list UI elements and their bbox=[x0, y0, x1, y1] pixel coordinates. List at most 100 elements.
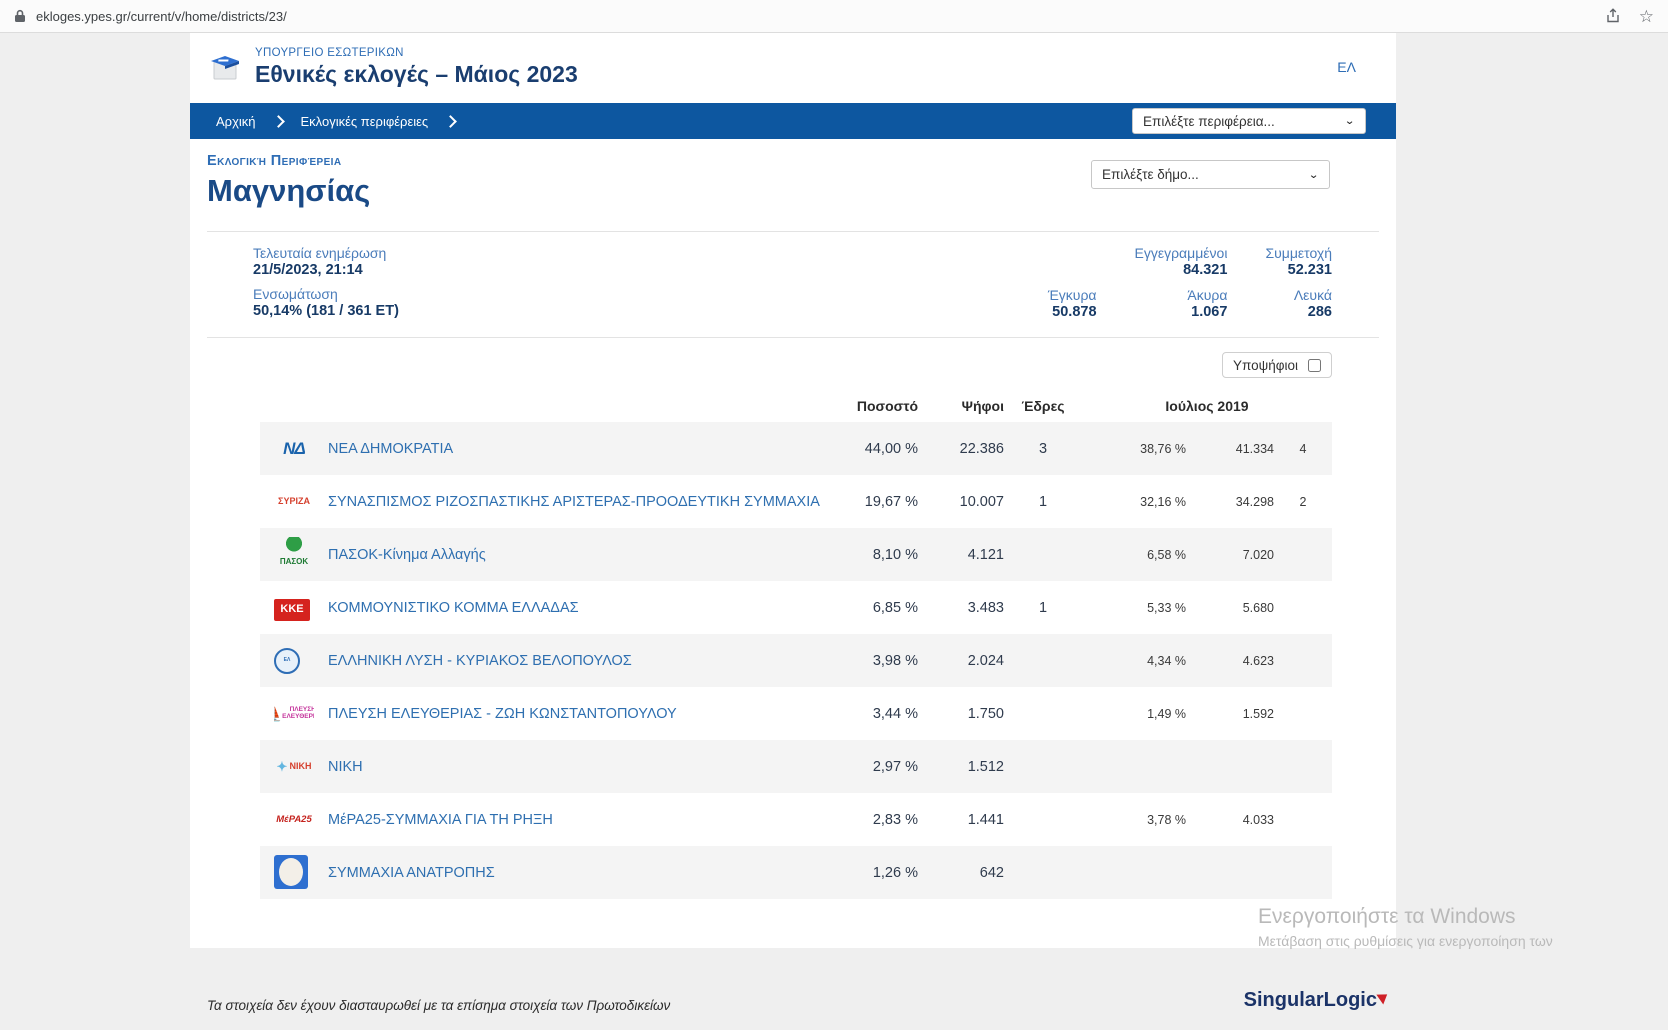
prev-percent-cell: 1,49 % bbox=[1082, 707, 1186, 721]
party-link[interactable]: ΠΑΣΟΚ-Κίνημα Αλλαγής bbox=[328, 547, 486, 563]
votes-cell: 642 bbox=[918, 865, 1004, 881]
page-background: ΥΠΟΥΡΓΕΙΟ ΕΣΩΤΕΡΙΚΩΝ Εθνικές εκλογές – Μ… bbox=[0, 33, 1668, 997]
party-link[interactable]: ΝΙΚΗ bbox=[328, 759, 363, 775]
table-row: ΠΛΕΥΣΗ ΕΛΕΥΘΕΡΙΑΣ ΠΛΕΥΣΗ ΕΛΕΥΘΕΡΙΑΣ - ΖΩ… bbox=[260, 687, 1332, 740]
vendor-name-part2: Logic bbox=[1324, 989, 1377, 1012]
chevron-right-icon bbox=[444, 115, 457, 128]
integration-label: Ενσωμάτωση bbox=[253, 286, 399, 302]
candidates-toggle-button[interactable]: Υποψήφιοι bbox=[1222, 352, 1332, 378]
party-link[interactable]: ΕΛΛΗΝΙΚΗ ΛΥΣΗ - ΚΥΡΙΑΚΟΣ ΒΕΛΟΠΟΥΛΟΣ bbox=[328, 653, 632, 669]
lock-icon[interactable] bbox=[14, 9, 26, 23]
browser-url-bar: ekloges.ypes.gr/current/v/home/districts… bbox=[0, 0, 1668, 33]
party-logo-icon: ΝΙΚΗ bbox=[274, 749, 314, 785]
prev-percent-cell: 3,78 % bbox=[1082, 813, 1186, 827]
party-logo-cell: ΝΔ bbox=[260, 431, 328, 467]
blank-value: 286 bbox=[1265, 304, 1332, 320]
prev-votes-cell: 5.680 bbox=[1186, 601, 1274, 615]
column-header-votes: Ψήφοι bbox=[918, 398, 1004, 414]
breadcrumb-home[interactable]: Αρχική bbox=[206, 114, 266, 129]
table-row: ΕΛ ΕΛΛΗΝΙΚΗ ΛΥΣΗ - ΚΥΡΙΑΚΟΣ ΒΕΛΟΠΟΥΛΟΣ 3… bbox=[260, 634, 1332, 687]
party-logo-cell: ΠΑΣΟΚ bbox=[260, 537, 328, 573]
table-row: ΜέΡΑ25 ΜέΡΑ25-ΣΥΜΜΑΧΙΑ ΓΙΑ ΤΗ ΡΗΞΗ 2,83 … bbox=[260, 793, 1332, 846]
screen: ekloges.ypes.gr/current/v/home/districts… bbox=[0, 0, 1668, 997]
party-logo-icon bbox=[274, 855, 308, 889]
prev-votes-cell: 4.623 bbox=[1186, 654, 1274, 668]
breadcrumb-districts[interactable]: Εκλογικές περιφέρειες bbox=[291, 114, 439, 129]
party-name-cell: ΠΛΕΥΣΗ ΕΛΕΥΘΕΡΙΑΣ - ΖΩΗ ΚΩΝΣΤΑΝΤΟΠΟΥΛΟΥ bbox=[328, 705, 826, 723]
participation-value: 52.231 bbox=[1265, 262, 1332, 278]
party-link[interactable]: ΜέΡΑ25-ΣΥΜΜΑΧΙΑ ΓΙΑ ΤΗ ΡΗΞΗ bbox=[328, 812, 553, 828]
disclaimer-text: Τα στοιχεία δεν έχουν διασταυρωθεί με τα… bbox=[207, 998, 670, 1013]
invalid-value: 1.067 bbox=[1135, 304, 1228, 320]
region-select[interactable]: Επιλέξτε περιφέρεια... ⌄ bbox=[1132, 108, 1366, 134]
percent-cell: 1,26 % bbox=[826, 865, 918, 881]
singularlogic-logo: SingularLogic bbox=[1244, 989, 1388, 1012]
votes-cell: 2.024 bbox=[918, 653, 1004, 669]
prev-percent-cell: 38,76 % bbox=[1082, 442, 1186, 456]
ministry-label: ΥΠΟΥΡΓΕΙΟ ΕΣΩΤΕΡΙΚΩΝ bbox=[255, 45, 578, 59]
prev-votes-cell: 1.592 bbox=[1186, 707, 1274, 721]
prev-votes-cell: 34.298 bbox=[1186, 495, 1274, 509]
candidates-checkbox[interactable] bbox=[1308, 359, 1321, 372]
prev-seats-cell: 2 bbox=[1274, 495, 1332, 509]
party-link[interactable]: ΚΟΜΜΟΥΝΙΣΤΙΚΟ ΚΟΜΜΑ ΕΛΛΑΔΑΣ bbox=[328, 600, 579, 616]
column-header-previous: Ιούλιος 2019 bbox=[1082, 398, 1332, 414]
party-name-cell: ΠΑΣΟΚ-Κίνημα Αλλαγής bbox=[328, 546, 826, 564]
party-name-cell: ΝΙΚΗ bbox=[328, 758, 826, 776]
table-row: ΝΔ ΝΕΑ ΔΗΜΟΚΡΑΤΙΑ 44,00 % 22.386 3 38,76… bbox=[260, 422, 1332, 475]
chevron-down-icon: ⌄ bbox=[1344, 115, 1355, 128]
party-logo-icon: ΚΚΕ bbox=[274, 599, 310, 621]
last-update-label: Τελευταία ενημέρωση bbox=[253, 245, 399, 261]
percent-cell: 3,44 % bbox=[826, 706, 918, 722]
municipality-select[interactable]: Επιλέξτε δήμο... ⌄ bbox=[1091, 160, 1330, 189]
party-link[interactable]: ΣΥΝΑΣΠΙΣΜΟΣ ΡΙΖΟΣΠΑΣΤΙΚΗΣ ΑΡΙΣΤΕΡΑΣ-ΠΡΟΟ… bbox=[328, 494, 820, 510]
party-name-cell: ΣΥΝΑΣΠΙΣΜΟΣ ΡΙΖΟΣΠΑΣΤΙΚΗΣ ΑΡΙΣΤΕΡΑΣ-ΠΡΟΟ… bbox=[328, 493, 826, 511]
party-logo-cell: ΕΛ bbox=[260, 648, 328, 674]
vendor-name-part1: Singular bbox=[1244, 989, 1324, 1012]
language-toggle[interactable]: ΕΛ bbox=[1337, 45, 1378, 75]
party-link[interactable]: ΝΕΑ ΔΗΜΟΚΡΑΤΙΑ bbox=[328, 441, 453, 457]
ballot-box-icon bbox=[207, 49, 243, 90]
party-name-cell: ΣΥΜΜΑΧΙΑ ΑΝΑΤΡΟΠΗΣ bbox=[328, 864, 826, 882]
candidates-toggle-label: Υποψήφιοι bbox=[1233, 358, 1298, 373]
prev-seats-cell: 4 bbox=[1274, 442, 1332, 456]
share-icon[interactable] bbox=[1605, 8, 1621, 24]
party-logo-cell bbox=[260, 855, 328, 891]
prev-votes-cell: 4.033 bbox=[1186, 813, 1274, 827]
votes-cell: 1.512 bbox=[918, 759, 1004, 775]
votes-cell: 22.386 bbox=[918, 441, 1004, 457]
percent-cell: 6,85 % bbox=[826, 600, 918, 616]
footer: Τα στοιχεία δεν έχουν διασταυρωθεί με τα… bbox=[0, 981, 1668, 1030]
party-logo-cell: ΚΚΕ bbox=[260, 595, 328, 621]
vendor-logo-flag-icon bbox=[1376, 990, 1390, 1005]
url-text[interactable]: ekloges.ypes.gr/current/v/home/districts… bbox=[36, 9, 1595, 24]
party-logo-cell: ΝΙΚΗ bbox=[260, 749, 328, 785]
prev-percent-cell: 32,16 % bbox=[1082, 495, 1186, 509]
party-logo-cell: ΠΛΕΥΣΗ ΕΛΕΥΘΕΡΙΑΣ bbox=[260, 696, 328, 732]
party-link[interactable]: ΠΛΕΥΣΗ ΕΛΕΥΘΕΡΙΑΣ - ΖΩΗ ΚΩΝΣΤΑΝΤΟΠΟΥΛΟΥ bbox=[328, 706, 677, 722]
bookmark-star-icon[interactable]: ☆ bbox=[1639, 8, 1654, 25]
registered-value: 84.321 bbox=[1135, 262, 1228, 278]
party-name-cell: ΜέΡΑ25-ΣΥΜΜΑΧΙΑ ΓΙΑ ΤΗ ΡΗΞΗ bbox=[328, 811, 826, 829]
results-table: Ποσοστό Ψήφοι Έδρες Ιούλιος 2019 ΝΔ ΝΕΑ … bbox=[260, 392, 1332, 899]
votes-cell: 1.441 bbox=[918, 812, 1004, 828]
column-header-percent: Ποσοστό bbox=[826, 398, 918, 414]
prev-percent-cell: 4,34 % bbox=[1082, 654, 1186, 668]
chevron-down-icon: ⌄ bbox=[1308, 168, 1319, 181]
party-name-cell: ΕΛΛΗΝΙΚΗ ΛΥΣΗ - ΚΥΡΙΑΚΟΣ ΒΕΛΟΠΟΥΛΟΣ bbox=[328, 652, 826, 670]
party-link[interactable]: ΣΥΜΜΑΧΙΑ ΑΝΑΤΡΟΠΗΣ bbox=[328, 865, 495, 881]
percent-cell: 19,67 % bbox=[826, 494, 918, 510]
blank-label: Λευκά bbox=[1265, 287, 1332, 303]
registered-label: Εγγεγραμμένοι bbox=[1135, 245, 1228, 261]
stats-panel: Τελευταία ενημέρωση 21/5/2023, 21:14 Ενσ… bbox=[207, 231, 1379, 338]
votes-cell: 10.007 bbox=[918, 494, 1004, 510]
seats-cell: 3 bbox=[1004, 441, 1082, 457]
municipality-select-value: Επιλέξτε δήμο... bbox=[1102, 167, 1199, 182]
last-update-value: 21/5/2023, 21:14 bbox=[253, 262, 399, 278]
party-logo-icon: ΜέΡΑ25 bbox=[274, 802, 314, 838]
results-table-header: Ποσοστό Ψήφοι Έδρες Ιούλιος 2019 bbox=[260, 392, 1332, 422]
site-header: ΥΠΟΥΡΓΕΙΟ ΕΣΩΤΕΡΙΚΩΝ Εθνικές εκλογές – Μ… bbox=[190, 33, 1396, 103]
party-logo-icon: ΣΥΡΙΖΑ bbox=[274, 484, 314, 520]
valid-label: Έγκυρα bbox=[1048, 287, 1097, 303]
percent-cell: 2,83 % bbox=[826, 812, 918, 828]
